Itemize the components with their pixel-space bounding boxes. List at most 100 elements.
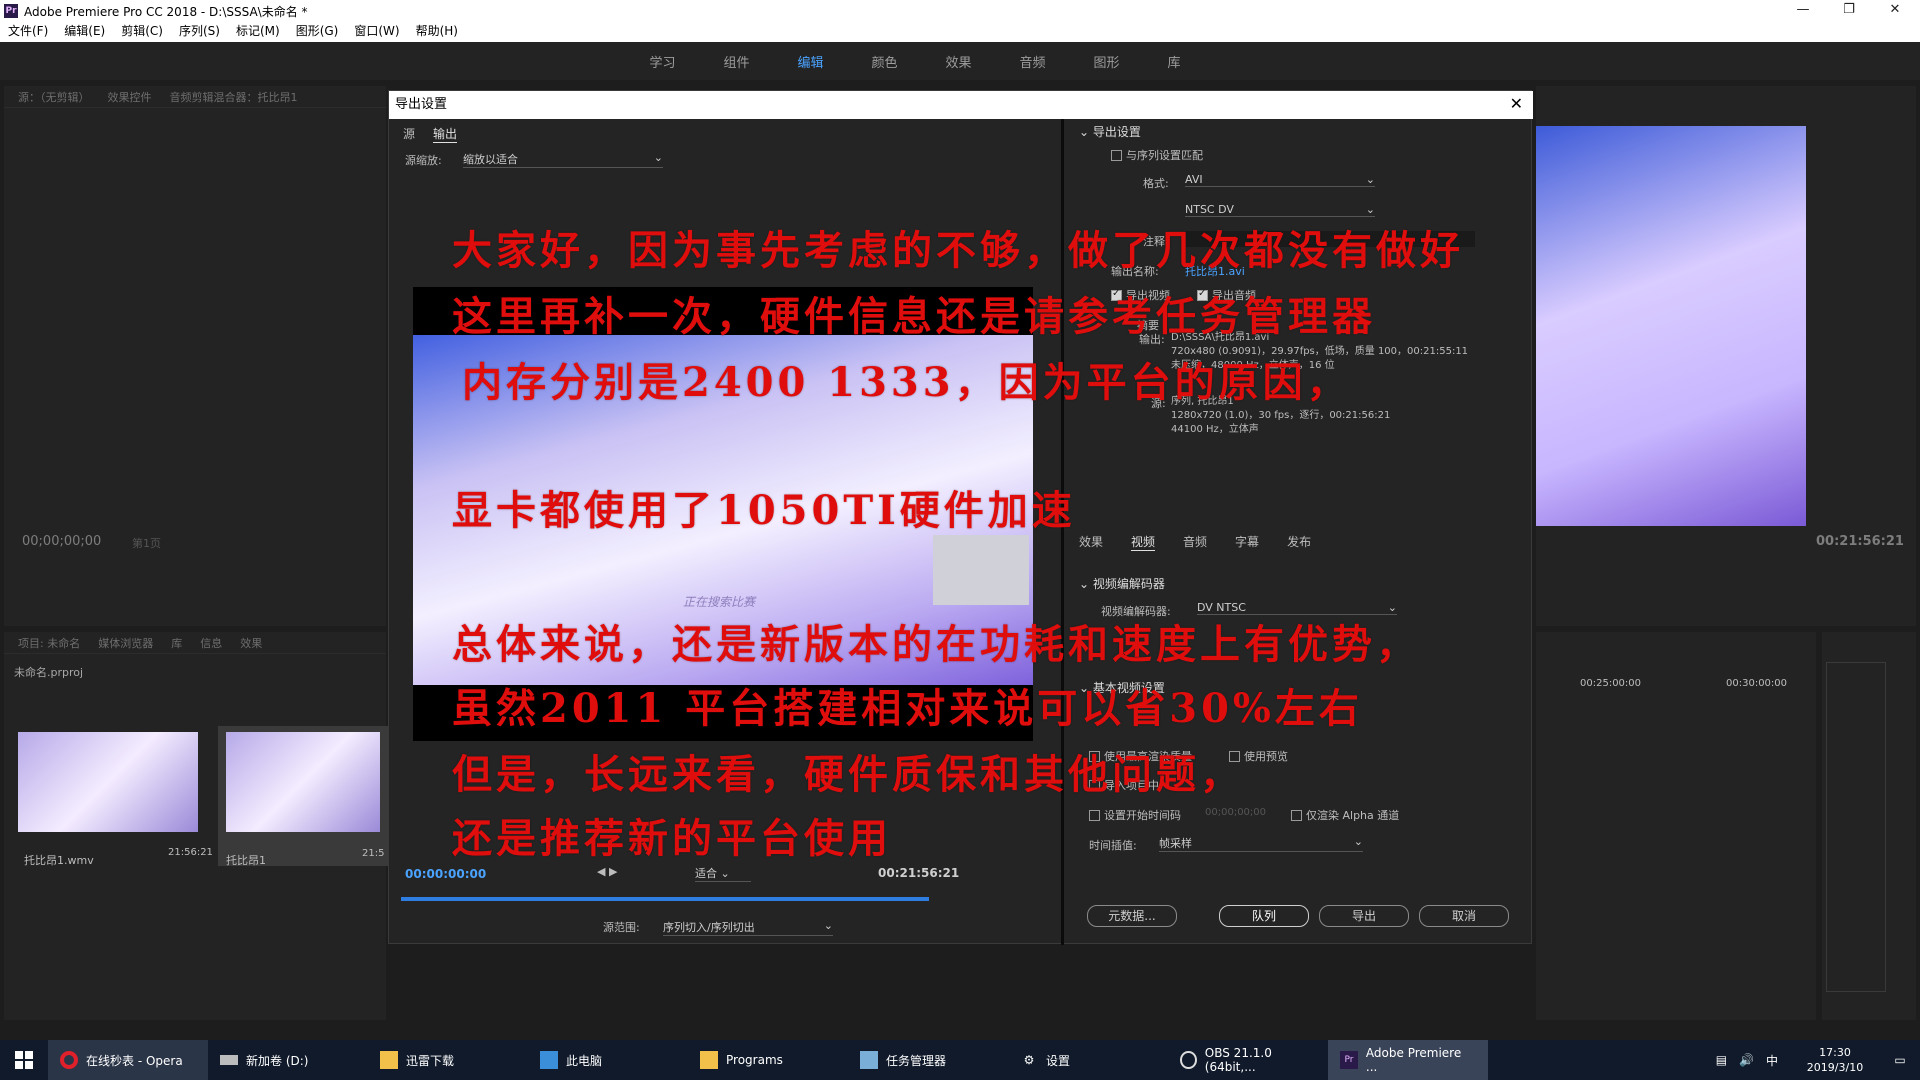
tab-effects[interactable]: 效果 [240,635,262,651]
export-out-timecode[interactable]: 00:21:56:21 [878,866,959,880]
export-in-timecode[interactable]: 00:00:00:00 [405,867,486,881]
clip-thumbnail-1[interactable] [18,732,198,832]
tab-dialog-output[interactable]: 输出 [433,125,458,143]
taskbar-this-pc[interactable]: 此电脑 [528,1040,688,1080]
preset-dropdown[interactable]: NTSC DV ⌄ [1185,203,1375,217]
dialog-close-button[interactable]: ✕ [1510,94,1523,113]
menu-marker[interactable]: 标记(M) [236,22,280,42]
tab-info[interactable]: 信息 [200,635,222,651]
menu-window[interactable]: 窗口(W) [354,22,399,42]
windows-icon [15,1051,33,1069]
menu-file[interactable]: 文件(F) [8,22,48,42]
summary-output: D:\SSSA\托比昂1.avi 720x480 (0.9091)，29.97f… [1171,332,1469,371]
taskbar-obs[interactable]: OBS 21.1.0 (64bit,... [1168,1040,1328,1080]
export-preview: 正在搜索比赛 [413,287,1033,741]
start-button[interactable] [0,1040,48,1080]
menu-help[interactable]: 帮助(H) [416,22,458,42]
output-name-link[interactable]: 托比昂1.avi [1185,263,1245,279]
export-audio-checkbox[interactable]: 导出音频 [1197,287,1256,303]
source-scaling-dropdown[interactable]: 缩放以适合 ⌄ [463,151,663,168]
workspace-audio[interactable]: 音频 [1020,52,1046,71]
taskbar-drive-d[interactable]: 新加卷 (D:) [208,1040,368,1080]
tab-publish-settings[interactable]: 发布 [1287,533,1311,551]
workspace-graphics[interactable]: 图形 [1094,52,1120,71]
start-timecode-input[interactable]: 00;00;00;00 [1205,807,1266,818]
clock[interactable]: 17:30 2019/3/10 [1790,1040,1880,1080]
taskbar-programs[interactable]: Programs [688,1040,848,1080]
source-panel: 源：（无剪辑） 效果控件 音频剪辑混合器：托比昂1 00;00;00;00 第1… [4,86,386,626]
set-start-timecode-checkbox[interactable]: 设置开始时间码 [1089,807,1181,823]
workspace-bar: 学习 组件 编辑 颜色 效果 音频 图形 库 [0,42,1920,80]
tab-media-browser[interactable]: 媒体浏览器 [98,635,153,651]
source-panel-tabs: 源：（无剪辑） 效果控件 音频剪辑混合器：托比昂1 [4,86,386,108]
tab-effects-settings[interactable]: 效果 [1079,533,1103,551]
taskbar-premiere[interactable]: Pr Adobe Premiere ... [1328,1040,1488,1080]
source-timecode[interactable]: 00;00;00;00 [22,534,101,549]
use-previews-checkbox[interactable]: 使用预览 [1229,748,1288,764]
workspace-editing[interactable]: 编辑 [797,52,823,71]
tab-libraries[interactable]: 库 [171,635,182,651]
menu-clip[interactable]: 剪辑(C) [121,22,163,42]
workspace-color[interactable]: 颜色 [871,52,897,71]
program-preview-frame [1536,126,1806,526]
workspace-assembly[interactable]: 组件 [723,52,749,71]
taskbar-settings[interactable]: ⚙ 设置 [1008,1040,1168,1080]
max-render-quality-checkbox[interactable]: 使用最高渲染质量 [1089,748,1192,764]
system-tray[interactable]: ▤ 🔊 中 [1704,1040,1790,1080]
menu-sequence[interactable]: 序列(S) [179,22,220,42]
tab-video-settings[interactable]: 视频 [1131,533,1156,551]
export-scrubber[interactable] [401,897,929,901]
tab-effect-controls[interactable]: 效果控件 [108,89,152,105]
volume-icon[interactable]: 🔊 [1739,1053,1754,1067]
ime-indicator[interactable]: 中 [1766,1052,1778,1069]
maximize-button[interactable]: ❐ [1826,0,1872,22]
premiere-app-icon: Pr [4,4,18,18]
menu-edit[interactable]: 编辑(E) [64,22,105,42]
source-range-dropdown[interactable]: 序列切入/序列切出 ⌄ [663,919,833,936]
video-codec-header[interactable]: ⌄ 视频编解码器 [1079,575,1165,592]
settings-tabs: 效果 视频 音频 字幕 发布 [1079,533,1311,551]
drive-icon [220,1055,238,1065]
match-sequence-checkbox[interactable]: 与序列设置匹配 [1111,147,1203,163]
taskbar-thunder-download[interactable]: 迅雷下载 [368,1040,528,1080]
play-controls[interactable]: ◀ ▶ [597,865,617,878]
project-panel-tabs: 项目: 未命名 媒体浏览器 库 信息 效果 [4,632,386,654]
workspace-learn[interactable]: 学习 [649,52,675,71]
close-window-button[interactable]: ✕ [1872,0,1918,22]
network-icon[interactable]: ▤ [1716,1053,1727,1067]
export-button[interactable]: 导出 [1319,905,1409,927]
clip-name-1[interactable]: 托比昂1.wmv [24,852,94,868]
taskbar-task-manager[interactable]: 任务管理器 [848,1040,1008,1080]
tab-audio-settings[interactable]: 音频 [1183,533,1207,551]
workspace-libraries[interactable]: 库 [1168,52,1181,71]
tab-audio-mixer[interactable]: 音频剪辑混合器：托比昂1 [170,89,298,105]
notifications-icon[interactable]: ▭ [1880,1040,1920,1080]
export-fit-dropdown[interactable]: 适合 ⌄ [695,865,751,882]
menu-graphics[interactable]: 图形(G) [296,22,339,42]
comment-input[interactable] [1185,231,1475,247]
format-dropdown[interactable]: AVI ⌄ [1185,173,1375,187]
export-video-checkbox[interactable]: 导出视频 [1111,287,1170,303]
queue-button[interactable]: 队列 [1219,905,1309,927]
project-panel: 项目: 未命名 媒体浏览器 库 信息 效果 未命名.prproj 托比昂1.wm… [4,632,388,1020]
workspace-effects[interactable]: 效果 [946,52,972,71]
clip-card-2[interactable]: 托比昂1 21:5 [218,726,388,867]
taskbar-opera[interactable]: 在线秒表 - Opera [48,1040,208,1080]
import-into-project-checkbox[interactable]: 导入项目中 [1089,777,1159,793]
time-interpolation-dropdown[interactable]: 帧采样 ⌄ [1159,835,1363,852]
metadata-button[interactable]: 元数据... [1087,905,1177,927]
basic-video-header[interactable]: ⌄ 基本视频设置 [1079,679,1165,696]
dialog-divider [1061,119,1064,945]
output-name-label: 输出名称: [1111,265,1159,278]
cancel-button[interactable]: 取消 [1419,905,1509,927]
program-timecode[interactable]: 00:21:56:21 [1816,534,1904,549]
export-settings-header[interactable]: ⌄ 导出设置 [1079,123,1141,140]
video-codec-dropdown[interactable]: DV NTSC ⌄ [1197,601,1397,615]
tab-project[interactable]: 项目: 未命名 [18,635,80,651]
tab-dialog-source[interactable]: 源 [403,125,415,143]
tab-captions-settings[interactable]: 字幕 [1235,533,1259,551]
minimize-button[interactable]: — [1780,0,1826,22]
tab-source[interactable]: 源：（无剪辑） [18,89,90,105]
render-alpha-checkbox[interactable]: 仅渲染 Alpha 通道 [1291,807,1399,823]
source-fit-dropdown[interactable]: 第1页 [132,535,161,551]
